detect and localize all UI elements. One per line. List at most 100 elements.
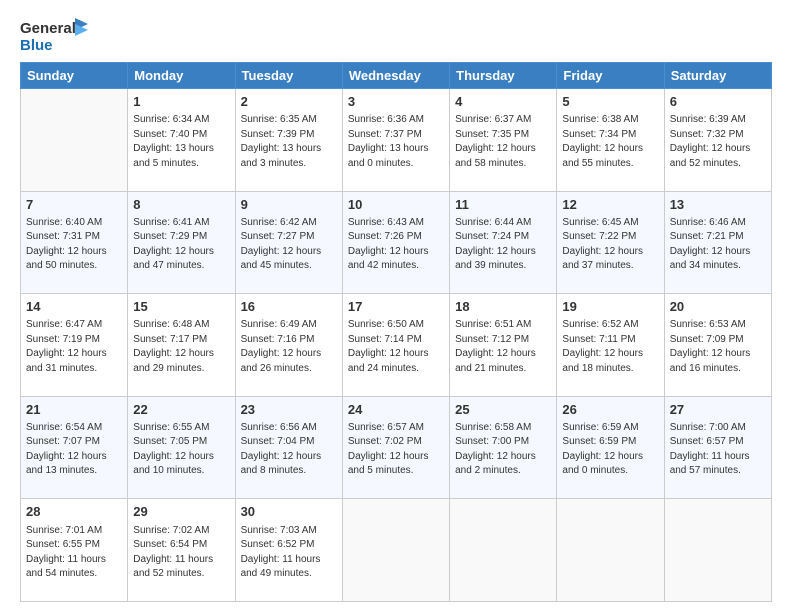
day-number: 30 <box>241 503 337 521</box>
day-info: Sunrise: 6:59 AMSunset: 6:59 PMDaylight:… <box>562 421 658 479</box>
calendar-day-cell: 14 Sunrise: 6:47 AMSunset: 7:19 PMDayligh… <box>21 294 128 397</box>
day-info: Sunrise: 6:36 AMSunset: 7:37 PMDaylight:… <box>348 113 444 171</box>
calendar-day-cell <box>557 499 664 602</box>
day-info: Sunrise: 6:56 AMSunset: 7:04 PMDaylight:… <box>241 421 337 479</box>
calendar-week-row: 1 Sunrise: 6:34 AMSunset: 7:40 PMDaylight… <box>21 89 772 192</box>
day-info: Sunrise: 6:39 AMSunset: 7:32 PMDaylight:… <box>670 113 766 171</box>
calendar-week-row: 21 Sunrise: 6:54 AMSunset: 7:07 PMDayligh… <box>21 396 772 499</box>
day-number: 25 <box>455 401 551 419</box>
calendar-day-header: Thursday <box>450 63 557 89</box>
day-number: 7 <box>26 196 122 214</box>
day-number: 1 <box>133 93 229 111</box>
day-number: 20 <box>670 298 766 316</box>
day-number: 2 <box>241 93 337 111</box>
calendar-day-header: Friday <box>557 63 664 89</box>
svg-text:General: General <box>20 20 76 37</box>
day-info: Sunrise: 7:01 AMSunset: 6:55 PMDaylight:… <box>26 524 122 582</box>
day-number: 16 <box>241 298 337 316</box>
day-info: Sunrise: 6:34 AMSunset: 7:40 PMDaylight:… <box>133 113 229 171</box>
calendar-day-header: Wednesday <box>342 63 449 89</box>
day-number: 24 <box>348 401 444 419</box>
day-info: Sunrise: 6:35 AMSunset: 7:39 PMDaylight:… <box>241 113 337 171</box>
calendar-day-cell: 29Sunrise: 7:02 AMSunset: 6:54 PMDayligh… <box>128 499 235 602</box>
calendar-day-cell: 10 Sunrise: 6:43 AMSunset: 7:26 PMDayligh… <box>342 191 449 294</box>
day-number: 12 <box>562 196 658 214</box>
calendar-table: SundayMondayTuesdayWednesdayThursdayFrid… <box>20 62 772 602</box>
calendar-day-cell: 6 Sunrise: 6:39 AMSunset: 7:32 PMDaylight… <box>664 89 771 192</box>
calendar-day-cell: 26 Sunrise: 6:59 AMSunset: 6:59 PMDayligh… <box>557 396 664 499</box>
day-number: 8 <box>133 196 229 214</box>
calendar-day-cell: 20 Sunrise: 6:53 AMSunset: 7:09 PMDayligh… <box>664 294 771 397</box>
logo-svg: GeneralBlue <box>20 16 90 54</box>
calendar-day-cell <box>664 499 771 602</box>
calendar-day-cell: 17 Sunrise: 6:50 AMSunset: 7:14 PMDayligh… <box>342 294 449 397</box>
day-info: Sunrise: 6:49 AMSunset: 7:16 PMDaylight:… <box>241 318 337 376</box>
day-number: 13 <box>670 196 766 214</box>
calendar-day-cell: 23 Sunrise: 6:56 AMSunset: 7:04 PMDayligh… <box>235 396 342 499</box>
day-number: 17 <box>348 298 444 316</box>
calendar-day-cell: 16 Sunrise: 6:49 AMSunset: 7:16 PMDayligh… <box>235 294 342 397</box>
calendar-day-cell: 19Sunrise: 6:52 AMSunset: 7:11 PMDayligh… <box>557 294 664 397</box>
day-number: 26 <box>562 401 658 419</box>
calendar-week-row: 14 Sunrise: 6:47 AMSunset: 7:19 PMDayligh… <box>21 294 772 397</box>
day-number: 23 <box>241 401 337 419</box>
day-info: Sunrise: 6:37 AMSunset: 7:35 PMDaylight:… <box>455 113 551 171</box>
calendar-day-cell: 18 Sunrise: 6:51 AMSunset: 7:12 PMDayligh… <box>450 294 557 397</box>
day-number: 9 <box>241 196 337 214</box>
day-number: 14 <box>26 298 122 316</box>
header: GeneralBlue <box>20 16 772 54</box>
day-info: Sunrise: 6:54 AMSunset: 7:07 PMDaylight:… <box>26 421 122 479</box>
calendar-week-row: 7 Sunrise: 6:40 AMSunset: 7:31 PMDaylight… <box>21 191 772 294</box>
day-info: Sunrise: 7:03 AMSunset: 6:52 PMDaylight:… <box>241 524 337 582</box>
calendar-day-cell: 7 Sunrise: 6:40 AMSunset: 7:31 PMDaylight… <box>21 191 128 294</box>
day-info: Sunrise: 6:50 AMSunset: 7:14 PMDaylight:… <box>348 318 444 376</box>
calendar-day-cell: 8Sunrise: 6:41 AMSunset: 7:29 PMDaylight… <box>128 191 235 294</box>
day-number: 29 <box>133 503 229 521</box>
day-info: Sunrise: 6:42 AMSunset: 7:27 PMDaylight:… <box>241 216 337 274</box>
calendar-day-header: Monday <box>128 63 235 89</box>
calendar-day-cell: 27Sunrise: 7:00 AMSunset: 6:57 PMDayligh… <box>664 396 771 499</box>
day-info: Sunrise: 6:58 AMSunset: 7:00 PMDaylight:… <box>455 421 551 479</box>
day-number: 22 <box>133 401 229 419</box>
day-number: 15 <box>133 298 229 316</box>
calendar-day-cell: 25 Sunrise: 6:58 AMSunset: 7:00 PMDayligh… <box>450 396 557 499</box>
day-number: 21 <box>26 401 122 419</box>
day-info: Sunrise: 6:53 AMSunset: 7:09 PMDaylight:… <box>670 318 766 376</box>
day-number: 18 <box>455 298 551 316</box>
calendar-day-cell <box>21 89 128 192</box>
day-info: Sunrise: 6:47 AMSunset: 7:19 PMDaylight:… <box>26 318 122 376</box>
day-info: Sunrise: 7:00 AMSunset: 6:57 PMDaylight:… <box>670 421 766 479</box>
calendar-week-row: 28 Sunrise: 7:01 AMSunset: 6:55 PMDayligh… <box>21 499 772 602</box>
day-number: 19 <box>562 298 658 316</box>
day-info: Sunrise: 6:43 AMSunset: 7:26 PMDaylight:… <box>348 216 444 274</box>
day-number: 10 <box>348 196 444 214</box>
day-info: Sunrise: 6:55 AMSunset: 7:05 PMDaylight:… <box>133 421 229 479</box>
page: GeneralBlue SundayMondayTuesdayWednesday… <box>0 0 792 612</box>
day-number: 3 <box>348 93 444 111</box>
calendar-day-cell: 12Sunrise: 6:45 AMSunset: 7:22 PMDayligh… <box>557 191 664 294</box>
day-info: Sunrise: 6:57 AMSunset: 7:02 PMDaylight:… <box>348 421 444 479</box>
svg-text:Blue: Blue <box>20 37 53 54</box>
calendar-day-cell: 24 Sunrise: 6:57 AMSunset: 7:02 PMDayligh… <box>342 396 449 499</box>
day-info: Sunrise: 6:38 AMSunset: 7:34 PMDaylight:… <box>562 113 658 171</box>
calendar-day-header: Sunday <box>21 63 128 89</box>
day-number: 28 <box>26 503 122 521</box>
calendar-day-cell: 9 Sunrise: 6:42 AMSunset: 7:27 PMDaylight… <box>235 191 342 294</box>
day-number: 6 <box>670 93 766 111</box>
calendar-day-cell: 28 Sunrise: 7:01 AMSunset: 6:55 PMDayligh… <box>21 499 128 602</box>
calendar-day-cell: 30 Sunrise: 7:03 AMSunset: 6:52 PMDayligh… <box>235 499 342 602</box>
day-info: Sunrise: 6:48 AMSunset: 7:17 PMDaylight:… <box>133 318 229 376</box>
day-info: Sunrise: 6:44 AMSunset: 7:24 PMDaylight:… <box>455 216 551 274</box>
calendar-day-header: Tuesday <box>235 63 342 89</box>
calendar-day-cell: 22 Sunrise: 6:55 AMSunset: 7:05 PMDayligh… <box>128 396 235 499</box>
calendar-day-cell: 4 Sunrise: 6:37 AMSunset: 7:35 PMDaylight… <box>450 89 557 192</box>
calendar-day-cell: 3 Sunrise: 6:36 AMSunset: 7:37 PMDaylight… <box>342 89 449 192</box>
day-info: Sunrise: 6:40 AMSunset: 7:31 PMDaylight:… <box>26 216 122 274</box>
day-number: 4 <box>455 93 551 111</box>
day-info: Sunrise: 6:46 AMSunset: 7:21 PMDaylight:… <box>670 216 766 274</box>
calendar-day-cell: 11Sunrise: 6:44 AMSunset: 7:24 PMDayligh… <box>450 191 557 294</box>
calendar-day-cell: 13 Sunrise: 6:46 AMSunset: 7:21 PMDayligh… <box>664 191 771 294</box>
calendar-day-cell: 2 Sunrise: 6:35 AMSunset: 7:39 PMDaylight… <box>235 89 342 192</box>
calendar-day-cell: 15 Sunrise: 6:48 AMSunset: 7:17 PMDayligh… <box>128 294 235 397</box>
day-info: Sunrise: 6:51 AMSunset: 7:12 PMDaylight:… <box>455 318 551 376</box>
